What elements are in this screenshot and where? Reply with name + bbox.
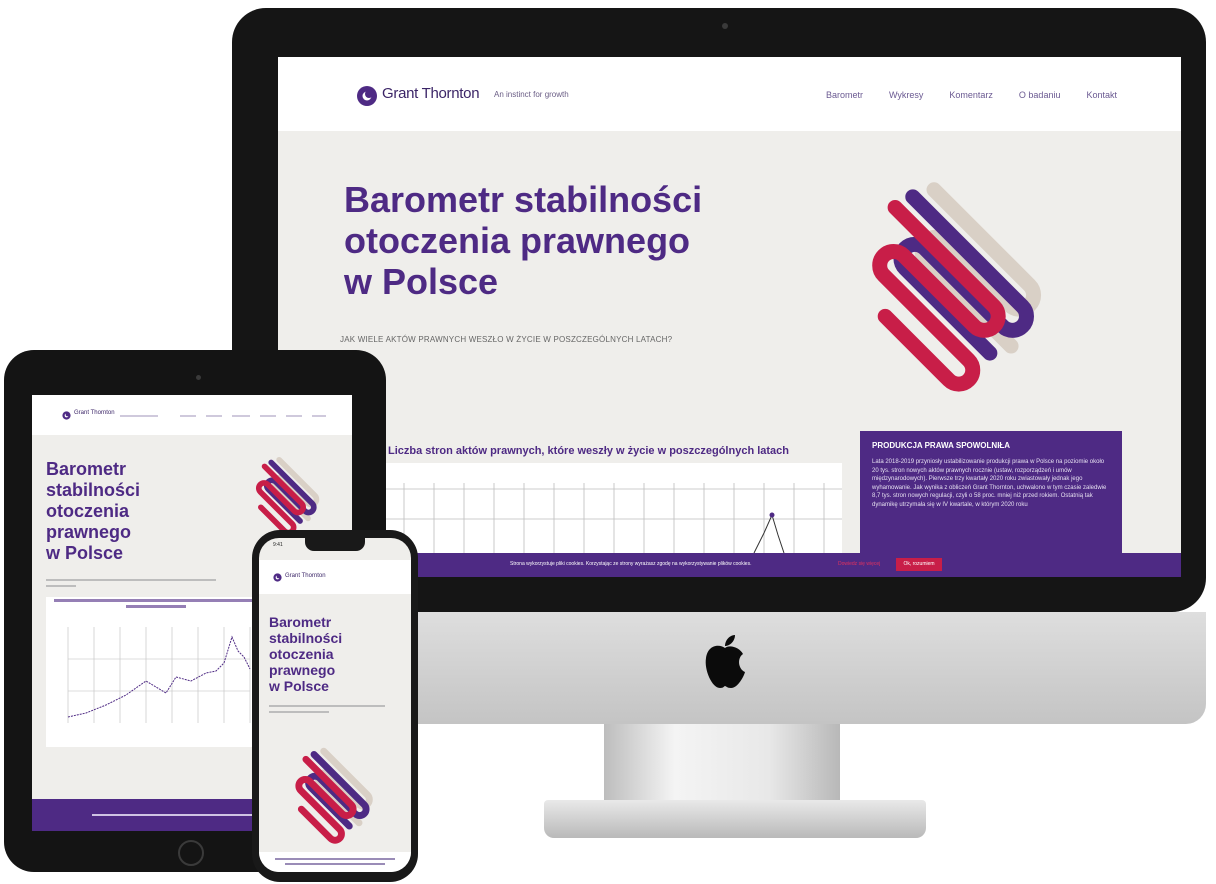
imac-camera bbox=[722, 23, 728, 29]
status-time: 9:41 bbox=[273, 542, 283, 548]
nav-item-o-badaniu[interactable]: O badaniu bbox=[1019, 90, 1061, 100]
mobile-header: Grant Thornton bbox=[259, 560, 411, 594]
mobile-title-line: otoczenia bbox=[269, 646, 334, 662]
tablet-brand-name: Grant Thornton bbox=[74, 410, 115, 416]
tablet-subtitle-lines bbox=[46, 579, 216, 587]
imac-stand-foot bbox=[544, 800, 926, 838]
cookie-accept-button[interactable]: Ok, rozumiem bbox=[896, 558, 942, 571]
mobile-hero-title: Barometr stabilności otoczenia prawnego … bbox=[269, 614, 342, 694]
brand-name[interactable]: Grant Thornton bbox=[382, 85, 480, 102]
nav-item-komentarz[interactable]: Komentarz bbox=[949, 90, 993, 100]
tablet-nav-placeholder bbox=[120, 415, 326, 417]
tablet-title-line: prawnego bbox=[46, 522, 132, 542]
hero-title-line: otoczenia prawnego bbox=[344, 220, 691, 261]
decorative-ribbon-graphic bbox=[872, 182, 1042, 392]
main-nav: Barometr Wykresy Komentarz O badaniu Kon… bbox=[826, 90, 1117, 100]
nav-item-wykresy[interactable]: Wykresy bbox=[889, 90, 923, 100]
hero-title: Barometr stabilności otoczenia prawnego … bbox=[344, 179, 764, 302]
mobile-ribbon-graphic bbox=[295, 747, 373, 844]
tablet-title-line: Barometr bbox=[46, 459, 127, 479]
mobile-title-line: Barometr bbox=[269, 614, 332, 630]
mobile-subtitle-lines bbox=[269, 705, 385, 713]
mobile-title-line: stabilności bbox=[269, 630, 343, 646]
cookie-more-link[interactable]: Dowiedz się więcej bbox=[838, 561, 880, 567]
ipad-camera bbox=[196, 375, 201, 380]
brand-tagline: An instinct for growth bbox=[494, 90, 569, 99]
chart-title: Liczba stron aktów prawnych, które weszł… bbox=[388, 445, 790, 457]
mobile-brand-name: Grant Thornton bbox=[285, 573, 326, 579]
cookie-text: Strona wykorzystuje pliki cookies. Korzy… bbox=[510, 561, 752, 567]
mobile-website: 9:41 Grant Thornton Barometr stabilności… bbox=[259, 538, 411, 872]
tablet-header: Grant Thornton bbox=[32, 395, 352, 435]
grant-thornton-logo-icon[interactable] bbox=[356, 85, 378, 107]
tablet-chart bbox=[46, 597, 258, 747]
tablet-title-line: stabilności bbox=[46, 480, 141, 500]
mobile-title-line: w Polsce bbox=[269, 678, 329, 694]
grant-thornton-logo-icon bbox=[62, 411, 71, 420]
site-header: Grant Thornton An instinct for growth Ba… bbox=[278, 57, 1181, 131]
info-box: PRODUKCJA PRAWA SPOWOLNIŁA Lata 2018-201… bbox=[860, 431, 1122, 553]
chart-area bbox=[374, 463, 842, 553]
hero-title-line: w Polsce bbox=[344, 261, 499, 302]
mobile-cookie-text-lines bbox=[275, 858, 395, 865]
nav-item-kontakt[interactable]: Kontakt bbox=[1086, 90, 1117, 100]
iphone-notch bbox=[305, 538, 365, 551]
info-title: PRODUKCJA PRAWA SPOWOLNIŁA bbox=[872, 441, 1011, 450]
mobile-cookie-bar bbox=[259, 852, 411, 872]
info-text: Lata 2018-2019 przyniosły ustabilizowani… bbox=[872, 459, 1107, 508]
hero-subtitle: JAK WIELE AKTÓW PRAWNYCH WESZŁO W ŻYCIE … bbox=[340, 335, 673, 344]
mobile-title-line: prawnego bbox=[269, 662, 336, 678]
tablet-ribbon-graphic bbox=[255, 456, 320, 536]
desktop-website: Grant Thornton An instinct for growth Ba… bbox=[278, 57, 1181, 577]
ipad-home-button bbox=[178, 840, 204, 866]
tablet-chart-plot bbox=[54, 599, 254, 723]
apple-logo-icon bbox=[705, 635, 745, 688]
imac-stand bbox=[604, 724, 840, 808]
nav-item-barometr[interactable]: Barometr bbox=[826, 90, 863, 100]
grant-thornton-logo-icon bbox=[273, 573, 282, 582]
tablet-hero-title: Barometr stabilności otoczenia prawnego … bbox=[46, 459, 140, 564]
tablet-title-line: otoczenia bbox=[46, 501, 130, 521]
hero-title-line: Barometr stabilności bbox=[344, 179, 703, 220]
tablet-title-line: w Polsce bbox=[46, 543, 124, 563]
